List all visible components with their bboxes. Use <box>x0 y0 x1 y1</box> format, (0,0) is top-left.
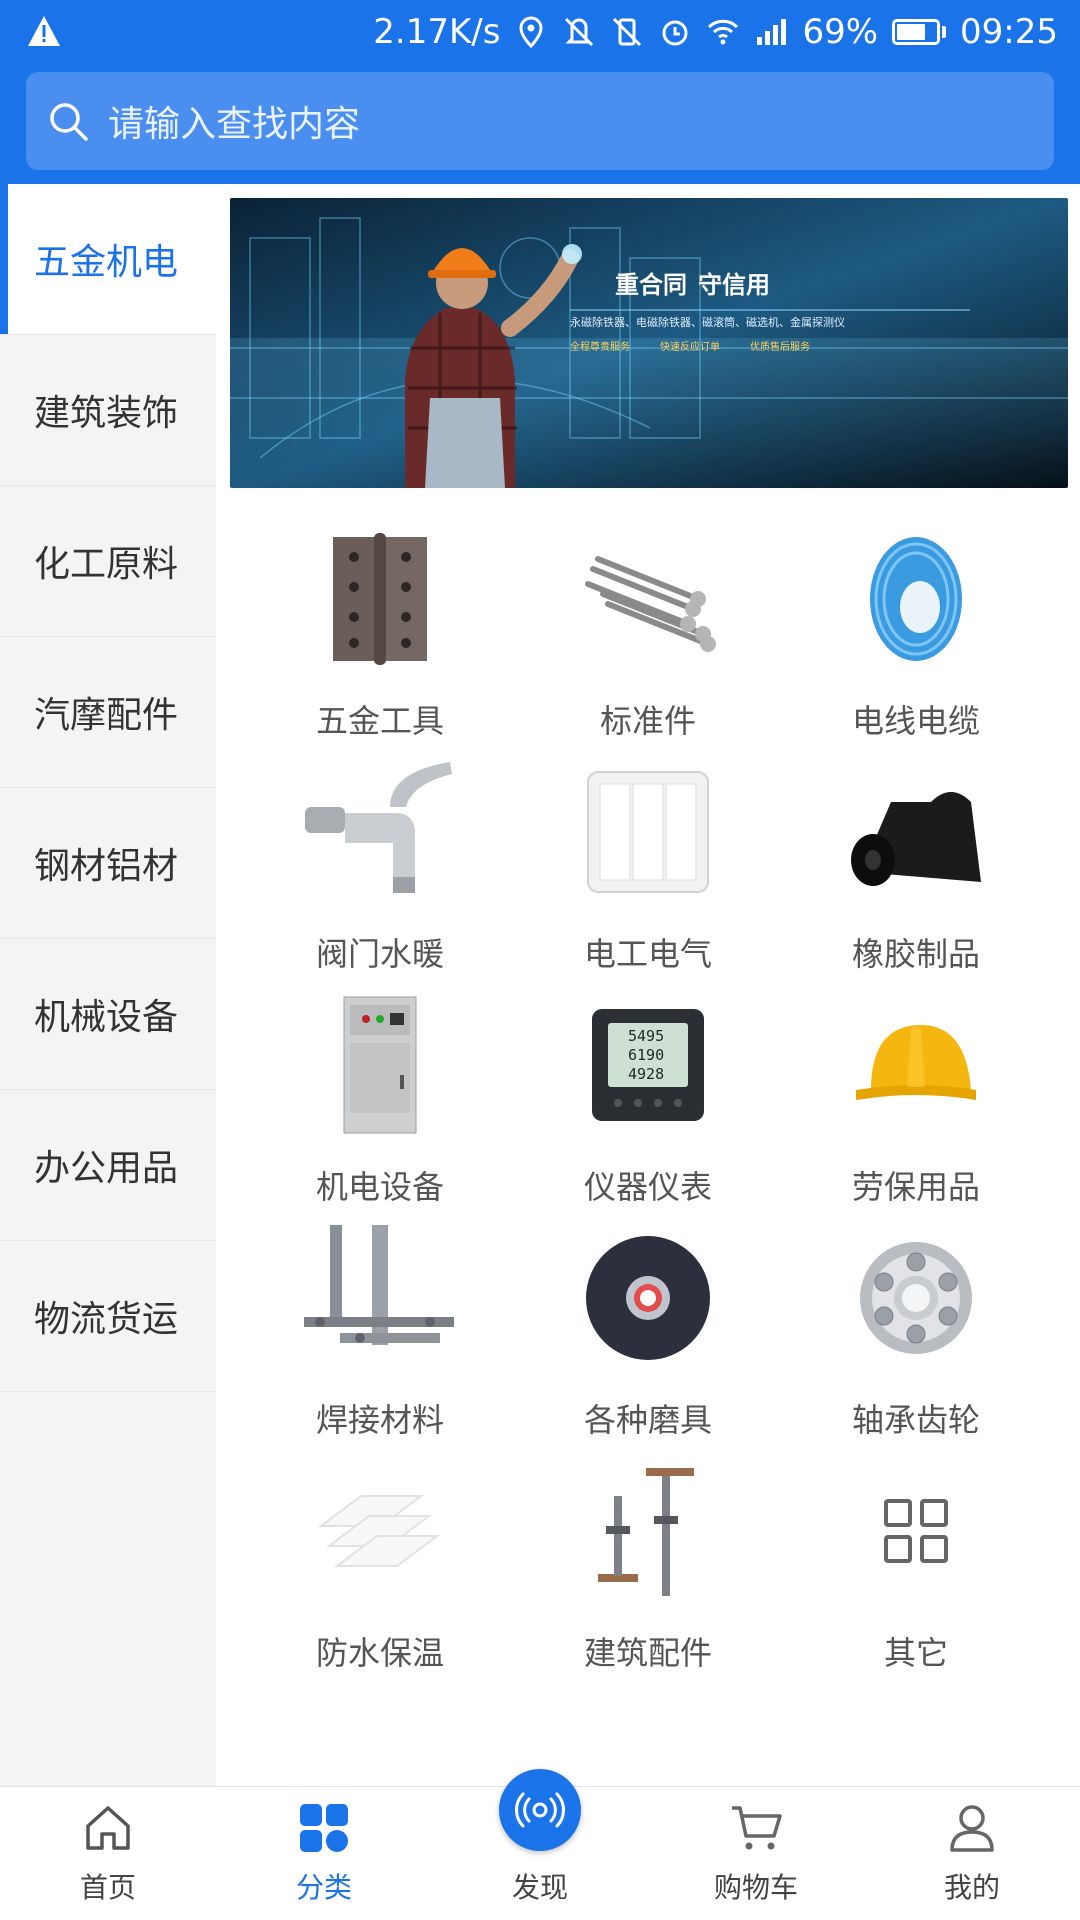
category-label: 其它 <box>883 1634 948 1672</box>
category-label: 建筑配件 <box>583 1634 712 1672</box>
top-header: 2.17K/s 69% 09:25 请输入查找内容 <box>0 0 1080 184</box>
banner-feature-1: 全程尊贵服务 <box>570 340 630 353</box>
nav-profile-label: 我的 <box>943 1871 1000 1904</box>
banner-feature-2: 快速反应订单 <box>660 340 720 353</box>
category-grid: 五金工具 标准件 电线电缆 阀门水暖 电工电气 橡胶制品 机电设备 5495 6… <box>246 524 1050 1685</box>
category-building-accessories[interactable]: 建筑配件 <box>514 1456 782 1685</box>
nav-category-label: 分类 <box>295 1871 352 1904</box>
nav-profile[interactable]: 我的 <box>864 1787 1080 1920</box>
door-hinge-icon <box>333 533 427 665</box>
category-label: 橡胶制品 <box>851 935 980 973</box>
wire-coil-icon <box>870 537 962 661</box>
category-bearings-gears[interactable]: 轴承齿轮 <box>782 1223 1050 1452</box>
category-rubber-products[interactable]: 橡胶制品 <box>782 757 1050 986</box>
battery-percent: 69% <box>802 12 879 52</box>
category-wires-cables[interactable]: 电线电缆 <box>782 524 1050 753</box>
light-switch-icon <box>587 771 709 893</box>
sidebar-item-logistics[interactable]: 物流货运 <box>0 1241 216 1392</box>
cart-icon <box>732 1806 782 1850</box>
category-valves-plumbing[interactable]: 阀门水暖 <box>246 757 514 986</box>
category-instruments[interactable]: 5495 6190 4928 仪器仪表 <box>514 990 782 1219</box>
nav-home-label: 首页 <box>79 1871 136 1904</box>
sidebar-item-chemical[interactable]: 化工原料 <box>0 486 216 637</box>
meter-reading-1: 5495 <box>628 1027 664 1045</box>
category-label: 劳保用品 <box>851 1168 980 1206</box>
category-electromech-equipment[interactable]: 机电设备 <box>246 990 514 1219</box>
category-welding-materials[interactable]: 焊接材料 <box>246 1223 514 1452</box>
hard-hat-icon <box>856 1025 976 1100</box>
banner-headline-2: 守信用 <box>698 271 770 299</box>
signal-icon <box>757 19 787 45</box>
nav-home[interactable]: 首页 <box>0 1787 216 1920</box>
category-label: 标准件 <box>599 702 696 740</box>
nav-cart-label: 购物车 <box>713 1871 798 1904</box>
sidebar-item-auto-parts[interactable]: 汽摩配件 <box>0 637 216 788</box>
battery-icon <box>892 19 947 45</box>
category-other[interactable]: 其它 <box>782 1456 1050 1685</box>
category-abrasives[interactable]: 各种磨具 <box>514 1223 782 1452</box>
wifi-icon <box>708 19 739 45</box>
discover-icon <box>515 1792 565 1828</box>
search-bar[interactable]: 请输入查找内容 <box>26 72 1054 170</box>
search-input[interactable]: 请输入查找内容 <box>108 95 360 147</box>
mute-icon <box>565 17 594 47</box>
category-label: 各种磨具 <box>583 1401 712 1439</box>
status-bar: 2.17K/s 69% 09:25 <box>0 0 1080 66</box>
category-sidebar: 五金机电 建筑装饰 化工原料 汽摩配件 钢材铝材 机械设备 办公用品 物流货运 <box>0 184 216 1786</box>
category-label: 仪器仪表 <box>583 1168 712 1206</box>
grid-apps-icon <box>884 1499 948 1563</box>
sidebar-item-hardware[interactable]: 五金机电 <box>0 184 216 335</box>
insulation-board-icon <box>318 1495 440 1567</box>
profile-icon <box>950 1805 994 1852</box>
switch-cabinet-icon <box>343 996 417 1134</box>
category-icon <box>300 1804 348 1852</box>
search-icon <box>50 103 88 141</box>
nav-discover-label: 发现 <box>511 1871 568 1904</box>
category-label: 焊接材料 <box>315 1401 444 1439</box>
rubber-roll-icon <box>851 792 981 886</box>
category-label: 五金工具 <box>315 702 444 740</box>
nav-cart[interactable]: 购物车 <box>648 1787 864 1920</box>
banner-feature-3: 优质售后服务 <box>750 340 810 353</box>
category-content: 重合同 守信用 永磁除铁器、电磁除铁器、磁滚筒、磁选机、金属探测仪 全程尊贵服务… <box>216 184 1080 1786</box>
grinding-disc-icon <box>586 1236 710 1360</box>
category-label: 电工电气 <box>583 935 712 973</box>
vibrate-off-icon <box>613 17 642 47</box>
banner-subline: 永磁除铁器、电磁除铁器、磁滚筒、磁选机、金属探测仪 <box>570 315 845 329</box>
sidebar-item-building-decoration[interactable]: 建筑装饰 <box>0 335 216 486</box>
category-label: 轴承齿轮 <box>851 1401 980 1439</box>
sidebar-item-office[interactable]: 办公用品 <box>0 1090 216 1241</box>
category-waterproof-insulation[interactable]: 防水保温 <box>246 1456 514 1685</box>
nav-discover[interactable]: 发现 <box>432 1769 648 1920</box>
ball-bearing-icon <box>860 1242 972 1354</box>
meter-reading-3: 4928 <box>628 1065 664 1083</box>
digital-meter-icon: 5495 6190 4928 <box>592 1009 704 1121</box>
warning-icon <box>28 16 60 46</box>
meter-reading-2: 6190 <box>628 1046 664 1064</box>
scaffold-jack-icon <box>598 1468 694 1596</box>
category-hardware-tools[interactable]: 五金工具 <box>246 524 514 753</box>
sidebar-item-steel-aluminum[interactable]: 钢材铝材 <box>0 788 216 939</box>
bottom-nav: 首页 分类 发现 购物车 我的 <box>0 1769 1080 1920</box>
water-faucet-icon <box>305 762 452 893</box>
category-standard-parts[interactable]: 标准件 <box>514 524 782 753</box>
category-label: 阀门水暖 <box>315 935 444 973</box>
category-electrical[interactable]: 电工电气 <box>514 757 782 986</box>
nav-category[interactable]: 分类 <box>216 1787 432 1920</box>
clock: 09:25 <box>960 12 1058 52</box>
network-speed: 2.17K/s <box>373 12 501 52</box>
location-icon <box>519 16 543 49</box>
steel-bracket-icon <box>304 1225 454 1345</box>
category-label: 机电设备 <box>315 1168 444 1206</box>
screws-icon <box>585 556 716 652</box>
banner-headline-1: 重合同 <box>615 271 687 299</box>
sidebar-item-machinery[interactable]: 机械设备 <box>0 939 216 1090</box>
alarm-icon <box>662 20 688 46</box>
home-icon <box>86 1806 130 1850</box>
promo-banner[interactable]: 重合同 守信用 永磁除铁器、电磁除铁器、磁滚筒、磁选机、金属探测仪 全程尊贵服务… <box>230 198 1068 488</box>
category-label: 防水保温 <box>315 1634 444 1672</box>
category-label: 电线电缆 <box>851 702 980 740</box>
category-protective-gear[interactable]: 劳保用品 <box>782 990 1050 1219</box>
